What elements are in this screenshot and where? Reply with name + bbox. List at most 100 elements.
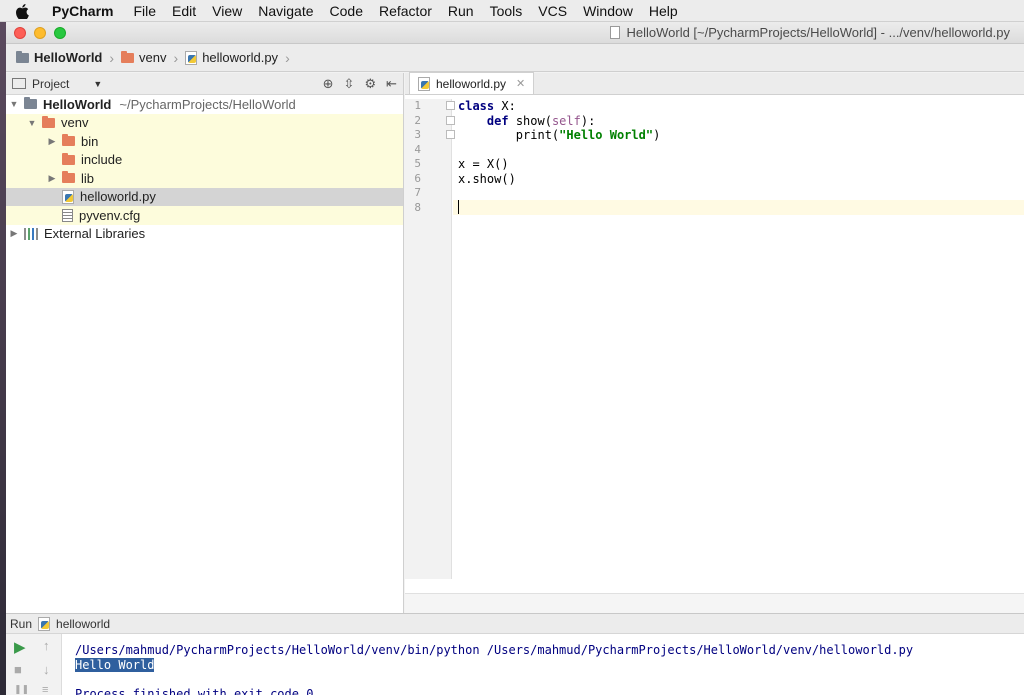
config-file-icon	[62, 208, 73, 222]
horizontal-scrollbar[interactable]	[405, 593, 1024, 613]
text-cursor	[458, 200, 459, 214]
menu-tools[interactable]: Tools	[482, 0, 531, 22]
minimize-window-button[interactable]	[34, 27, 46, 39]
down-icon[interactable]: ↓	[43, 662, 50, 677]
line-number: 1	[414, 99, 421, 112]
code-string: "Hello World"	[559, 128, 654, 142]
project-view-selector[interactable]: Project	[32, 77, 69, 91]
menu-navigate[interactable]: Navigate	[250, 0, 321, 22]
close-tab-icon[interactable]: ✕	[516, 77, 525, 90]
menu-help[interactable]: Help	[641, 0, 686, 22]
run-panel-label[interactable]: Run	[10, 617, 32, 631]
tree-item-label: venv	[61, 115, 89, 131]
project-tree: ▼ HelloWorld ~/PycharmProjects/HelloWorl…	[6, 95, 403, 243]
tree-item-label: helloworld.py	[80, 189, 156, 205]
tree-item-helloworld-py[interactable]: helloworld.py	[6, 187, 403, 206]
collapsed-arrow-icon[interactable]: ▶	[8, 228, 20, 239]
macos-menubar: PyCharm File Edit View Navigate Code Ref…	[0, 0, 1024, 22]
gear-icon[interactable]: ⚙	[364, 76, 376, 92]
collapse-icon[interactable]: ⇳	[344, 76, 355, 92]
up-icon[interactable]: ↑	[43, 638, 50, 653]
console-command-line: /Users/mahmud/PycharmProjects/HelloWorld…	[75, 643, 914, 657]
python-file-icon	[38, 617, 51, 631]
run-config-name[interactable]: helloworld	[56, 617, 110, 631]
line-number: 7	[414, 186, 421, 199]
run-toolbar: ▶ ↑ ■ ↓ ❚❚ ≡	[6, 634, 62, 695]
close-window-button[interactable]	[14, 27, 26, 39]
editor-panel: helloworld.py ✕ 1 2 3 4 5 6 7 8 class X:…	[405, 72, 1024, 613]
navigation-bar: HelloWorld › venv › helloworld.py ›	[6, 44, 1024, 72]
tree-item-root[interactable]: ▼ HelloWorld ~/PycharmProjects/HelloWorl…	[6, 95, 403, 114]
tree-item-pyvenv-cfg[interactable]: pyvenv.cfg	[6, 206, 403, 225]
fold-marker-icon[interactable]	[446, 130, 455, 139]
breadcrumb-venv[interactable]: venv	[121, 50, 167, 65]
stop-icon[interactable]: ■	[14, 662, 22, 677]
collapsed-arrow-icon[interactable]: ▶	[46, 173, 58, 184]
menu-file[interactable]: File	[125, 0, 164, 22]
tree-item-venv[interactable]: ▼ venv	[6, 113, 403, 132]
menu-edit[interactable]: Edit	[164, 0, 204, 22]
window-title: HelloWorld [~/PycharmProjects/HelloWorld…	[610, 25, 1010, 40]
fold-marker-icon[interactable]	[446, 116, 455, 125]
pause-icon[interactable]: ❚❚	[14, 684, 29, 695]
code-area[interactable]: 1 2 3 4 5 6 7 8 class X: def show(self):…	[405, 99, 1024, 579]
tree-item-label: include	[81, 152, 123, 168]
locate-icon[interactable]: ⊕	[323, 76, 334, 92]
breadcrumb-separator: ›	[173, 49, 179, 66]
menu-run[interactable]: Run	[440, 0, 482, 22]
run-panel: ▶ ↑ ■ ↓ ❚❚ ≡ /Users/mahmud/PycharmProjec…	[6, 634, 1024, 695]
code-text: ):	[580, 113, 596, 128]
code-text: X:	[494, 99, 516, 113]
folder-icon	[16, 50, 29, 63]
menu-refactor[interactable]: Refactor	[371, 0, 440, 22]
project-view-icon	[12, 78, 26, 89]
menu-window[interactable]: Window	[575, 0, 641, 22]
library-icon	[24, 227, 38, 240]
python-file-icon	[418, 77, 430, 91]
menu-app-name[interactable]: PyCharm	[44, 0, 125, 22]
editor-tab-helloworld[interactable]: helloworld.py ✕	[409, 72, 535, 94]
title-bar[interactable]: HelloWorld [~/PycharmProjects/HelloWorld…	[6, 22, 1024, 44]
console-output[interactable]: /Users/mahmud/PycharmProjects/HelloWorld…	[75, 634, 913, 695]
editor-tab-bar: helloworld.py ✕	[405, 72, 1024, 95]
code-line: x = X()	[458, 157, 509, 171]
folder-icon	[121, 50, 135, 63]
collapsed-arrow-icon[interactable]: ▶	[46, 136, 58, 147]
code-self: self	[551, 113, 581, 128]
tree-root-path: ~/PycharmProjects/HelloWorld	[119, 96, 296, 112]
tree-item-label: lib	[81, 170, 95, 186]
run-icon[interactable]: ▶	[14, 638, 26, 656]
tree-item-external-libraries[interactable]: ▶ External Libraries	[6, 225, 403, 244]
line-number: 4	[414, 142, 421, 156]
expand-arrow-icon[interactable]: ▼	[26, 118, 38, 128]
code-text: show(	[508, 113, 552, 128]
tree-item-bin[interactable]: ▶ bin	[6, 132, 403, 151]
folder-icon	[62, 134, 75, 147]
code-keyword: class	[458, 99, 495, 113]
project-panel-header: Project ▼ ⊕ ⇳ ⚙ ⇤	[6, 73, 403, 95]
folder-icon	[62, 152, 75, 165]
editor-tab-label: helloworld.py	[436, 76, 507, 91]
expand-arrow-icon[interactable]: ▼	[8, 99, 20, 109]
menu-code[interactable]: Code	[322, 0, 371, 22]
tree-item-include[interactable]: include	[6, 150, 403, 169]
code-text: )	[653, 128, 661, 142]
folder-icon	[42, 115, 55, 128]
zoom-window-button[interactable]	[54, 27, 66, 39]
breadcrumb-project[interactable]: HelloWorld	[16, 50, 102, 65]
menu-vcs[interactable]: VCS	[530, 0, 575, 22]
line-number: 3	[414, 128, 421, 141]
fold-marker-icon[interactable]	[446, 101, 455, 110]
chevron-down-icon[interactable]: ▼	[93, 79, 102, 89]
breadcrumb-file[interactable]: helloworld.py	[185, 50, 278, 65]
menu-view[interactable]: View	[204, 0, 250, 22]
window-title-text: HelloWorld [~/PycharmProjects/HelloWorld…	[626, 25, 1010, 40]
folder-icon	[62, 171, 75, 184]
hide-icon[interactable]: ⇤	[386, 76, 397, 92]
breadcrumb-separator: ›	[109, 49, 115, 66]
apple-icon[interactable]	[0, 2, 44, 19]
tree-item-lib[interactable]: ▶ lib	[6, 169, 403, 188]
soft-wrap-icon[interactable]: ≡	[42, 684, 48, 695]
ide-window: HelloWorld [~/PycharmProjects/HelloWorld…	[6, 22, 1024, 695]
